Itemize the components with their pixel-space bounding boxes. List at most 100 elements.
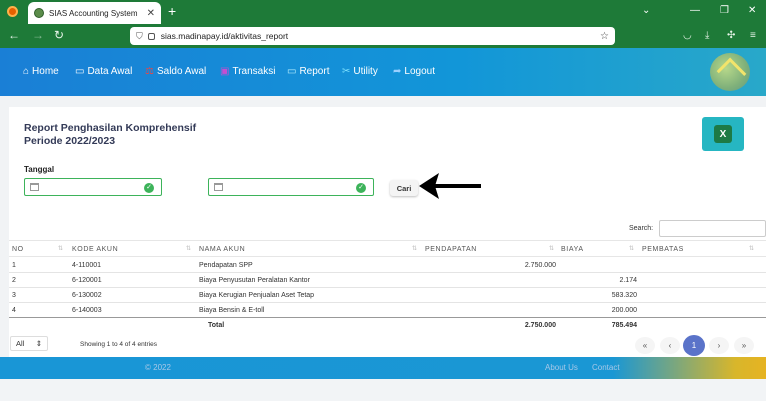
forward-icon[interactable]: →	[32, 29, 44, 41]
sort-icon[interactable]: ⇅	[629, 245, 634, 252]
menu-logout-label: Logout	[404, 66, 435, 77]
th-nama-akun[interactable]: NAMA AKUN	[199, 246, 245, 253]
bookmark-star-icon[interactable]: ☆	[600, 31, 609, 42]
address-bar[interactable]: ⛉ sias.madinapay.id/aktivitas_report ☆	[130, 27, 615, 45]
cari-button[interactable]: Cari	[390, 180, 418, 196]
tab-list-icon[interactable]: ⌄	[642, 5, 650, 16]
total-biaya: 785.494	[611, 322, 637, 329]
table-info: Showing 1 to 4 of 4 entries	[80, 341, 157, 348]
first-page-button[interactable]: «	[635, 337, 655, 354]
cell-biaya: 200.000	[611, 307, 637, 314]
browser-nav-bar: ← → ↻ ⛉ sias.madinapay.id/aktivitas_repo…	[0, 24, 766, 48]
calendar-icon	[30, 183, 39, 191]
menu-report[interactable]: ▭ Report	[287, 66, 329, 77]
close-window-icon[interactable]: ✕	[748, 5, 756, 16]
firefox-icon	[7, 6, 18, 17]
table-row: 3 6-130002 Biaya Kerugian Penjualan Aset…	[9, 288, 766, 303]
cell-no: 4	[12, 307, 16, 314]
monitor-icon: ▭	[75, 66, 85, 77]
menu-utility[interactable]: ✂ Utility	[342, 66, 378, 77]
browser-tab[interactable]: SIAS Accounting System ✕	[28, 2, 161, 24]
valid-check-icon: ✓	[356, 183, 366, 193]
download-icon[interactable]: ⤓	[705, 30, 709, 41]
menu-saldo-awal[interactable]: ⚖ Saldo Awal	[145, 66, 206, 77]
cell-nama: Biaya Bensin & E-toll	[199, 307, 265, 314]
app-logo[interactable]	[710, 53, 750, 91]
table-row: 2 6-120001 Biaya Penyusutan Peralatan Ka…	[9, 273, 766, 288]
total-pendapatan: 2.750.000	[524, 322, 556, 329]
th-kode-akun[interactable]: KODE AKUN	[72, 246, 118, 253]
shield-icon[interactable]: ⛉	[136, 31, 143, 42]
page-1-button[interactable]: 1	[683, 335, 705, 356]
report-card: Report Penghasilan Komprehensif Periode …	[9, 107, 766, 357]
tanggal-label: Tanggal	[24, 165, 55, 174]
table-header: NO ⇅ KODE AKUN ⇅ NAMA AKUN ⇅ PENDAPATAN …	[9, 240, 766, 257]
sort-icon[interactable]: ⇅	[749, 245, 754, 252]
table-total-row: Total 2.750.000 785.494	[9, 317, 766, 331]
lock-icon[interactable]	[147, 32, 155, 40]
sort-icon[interactable]: ⇅	[58, 245, 63, 252]
menu-home[interactable]: ⌂ Home	[23, 66, 59, 77]
cell-kode: 6-120001	[72, 277, 102, 284]
sort-icon[interactable]: ⇅	[549, 245, 554, 252]
menu-utility-label: Utility	[353, 66, 378, 77]
search-input[interactable]	[659, 220, 766, 237]
total-label: Total	[208, 322, 225, 329]
cell-nama: Pendapatan SPP	[199, 262, 253, 269]
date-to-input[interactable]: ✓	[208, 178, 374, 196]
cell-biaya: 583.320	[611, 292, 637, 299]
date-from-input[interactable]: ✓	[24, 178, 162, 196]
scale-icon: ⚖	[145, 66, 154, 77]
close-tab-icon[interactable]: ✕	[147, 8, 155, 19]
th-pendapatan[interactable]: PENDAPATAN	[425, 246, 477, 253]
excel-icon: X	[714, 125, 732, 143]
sort-icon[interactable]: ⇅	[412, 245, 417, 252]
cell-biaya: 2.174	[619, 277, 637, 284]
menu-transaksi[interactable]: ▣ Transaksi	[220, 66, 275, 77]
select-arrows-icon: ⇕	[35, 339, 42, 348]
prev-page-button[interactable]: ‹	[660, 337, 680, 354]
page-length-select[interactable]: All ⇕	[10, 336, 48, 351]
footer-about-link[interactable]: About Us	[545, 363, 578, 372]
annotation-arrow-icon	[419, 173, 481, 199]
menu-home-label: Home	[32, 66, 59, 77]
logout-icon: ➦	[393, 66, 402, 77]
extensions-icon[interactable]: ✣	[727, 30, 735, 41]
page-length-value: All	[16, 339, 25, 348]
minimize-icon[interactable]: —	[690, 5, 700, 16]
footer-contact-link[interactable]: Contact	[592, 363, 620, 372]
cell-pendapatan: 2.750.000	[524, 262, 556, 269]
cell-no: 2	[12, 277, 16, 284]
sort-icon[interactable]: ⇅	[186, 245, 191, 252]
home-icon: ⌂	[23, 66, 30, 77]
th-no[interactable]: NO	[12, 246, 24, 253]
menu-logout[interactable]: ➦ Logout	[393, 66, 435, 77]
cell-no: 1	[12, 262, 16, 269]
menu-data-awal-label: Data Awal	[87, 66, 133, 77]
menu-saldo-awal-label: Saldo Awal	[156, 66, 207, 77]
reload-icon[interactable]: ↻	[54, 29, 64, 41]
cell-no: 3	[12, 292, 16, 299]
app-header: ⌂ Home ▭ Data Awal ⚖ Saldo Awal ▣ Transaksi …	[0, 48, 766, 96]
browser-tab-bar: SIAS Accounting System ✕ + ⌄ — ❐ ✕	[0, 0, 766, 24]
cell-kode: 4-110001	[72, 262, 102, 269]
last-page-button[interactable]: »	[734, 337, 754, 354]
restore-icon[interactable]: ❐	[720, 5, 729, 16]
report-period: Periode 2022/2023	[24, 135, 116, 147]
app-menu-icon[interactable]: ≡	[750, 30, 756, 41]
cell-nama: Biaya Kerugian Penjualan Aset Tetap	[199, 292, 315, 299]
th-biaya[interactable]: BIAYA	[561, 246, 584, 253]
tab-title: SIAS Accounting System	[49, 8, 138, 18]
pocket-icon[interactable]: ◡	[683, 30, 692, 41]
th-pembatas[interactable]: PEMBATAS	[642, 246, 684, 253]
valid-check-icon: ✓	[144, 183, 154, 193]
url-text[interactable]: sias.madinapay.id/aktivitas_report	[161, 31, 600, 41]
new-tab-icon[interactable]: +	[168, 4, 176, 18]
report-title-line1: Report Penghasilan Komprehensif	[24, 122, 197, 134]
back-icon[interactable]: ←	[8, 29, 20, 41]
export-excel-button[interactable]: X	[702, 117, 744, 151]
menu-data-awal[interactable]: ▭ Data Awal	[75, 66, 132, 77]
next-page-button[interactable]: ›	[709, 337, 729, 354]
page-bottom	[0, 379, 766, 401]
report-icon: ▭	[287, 66, 297, 77]
